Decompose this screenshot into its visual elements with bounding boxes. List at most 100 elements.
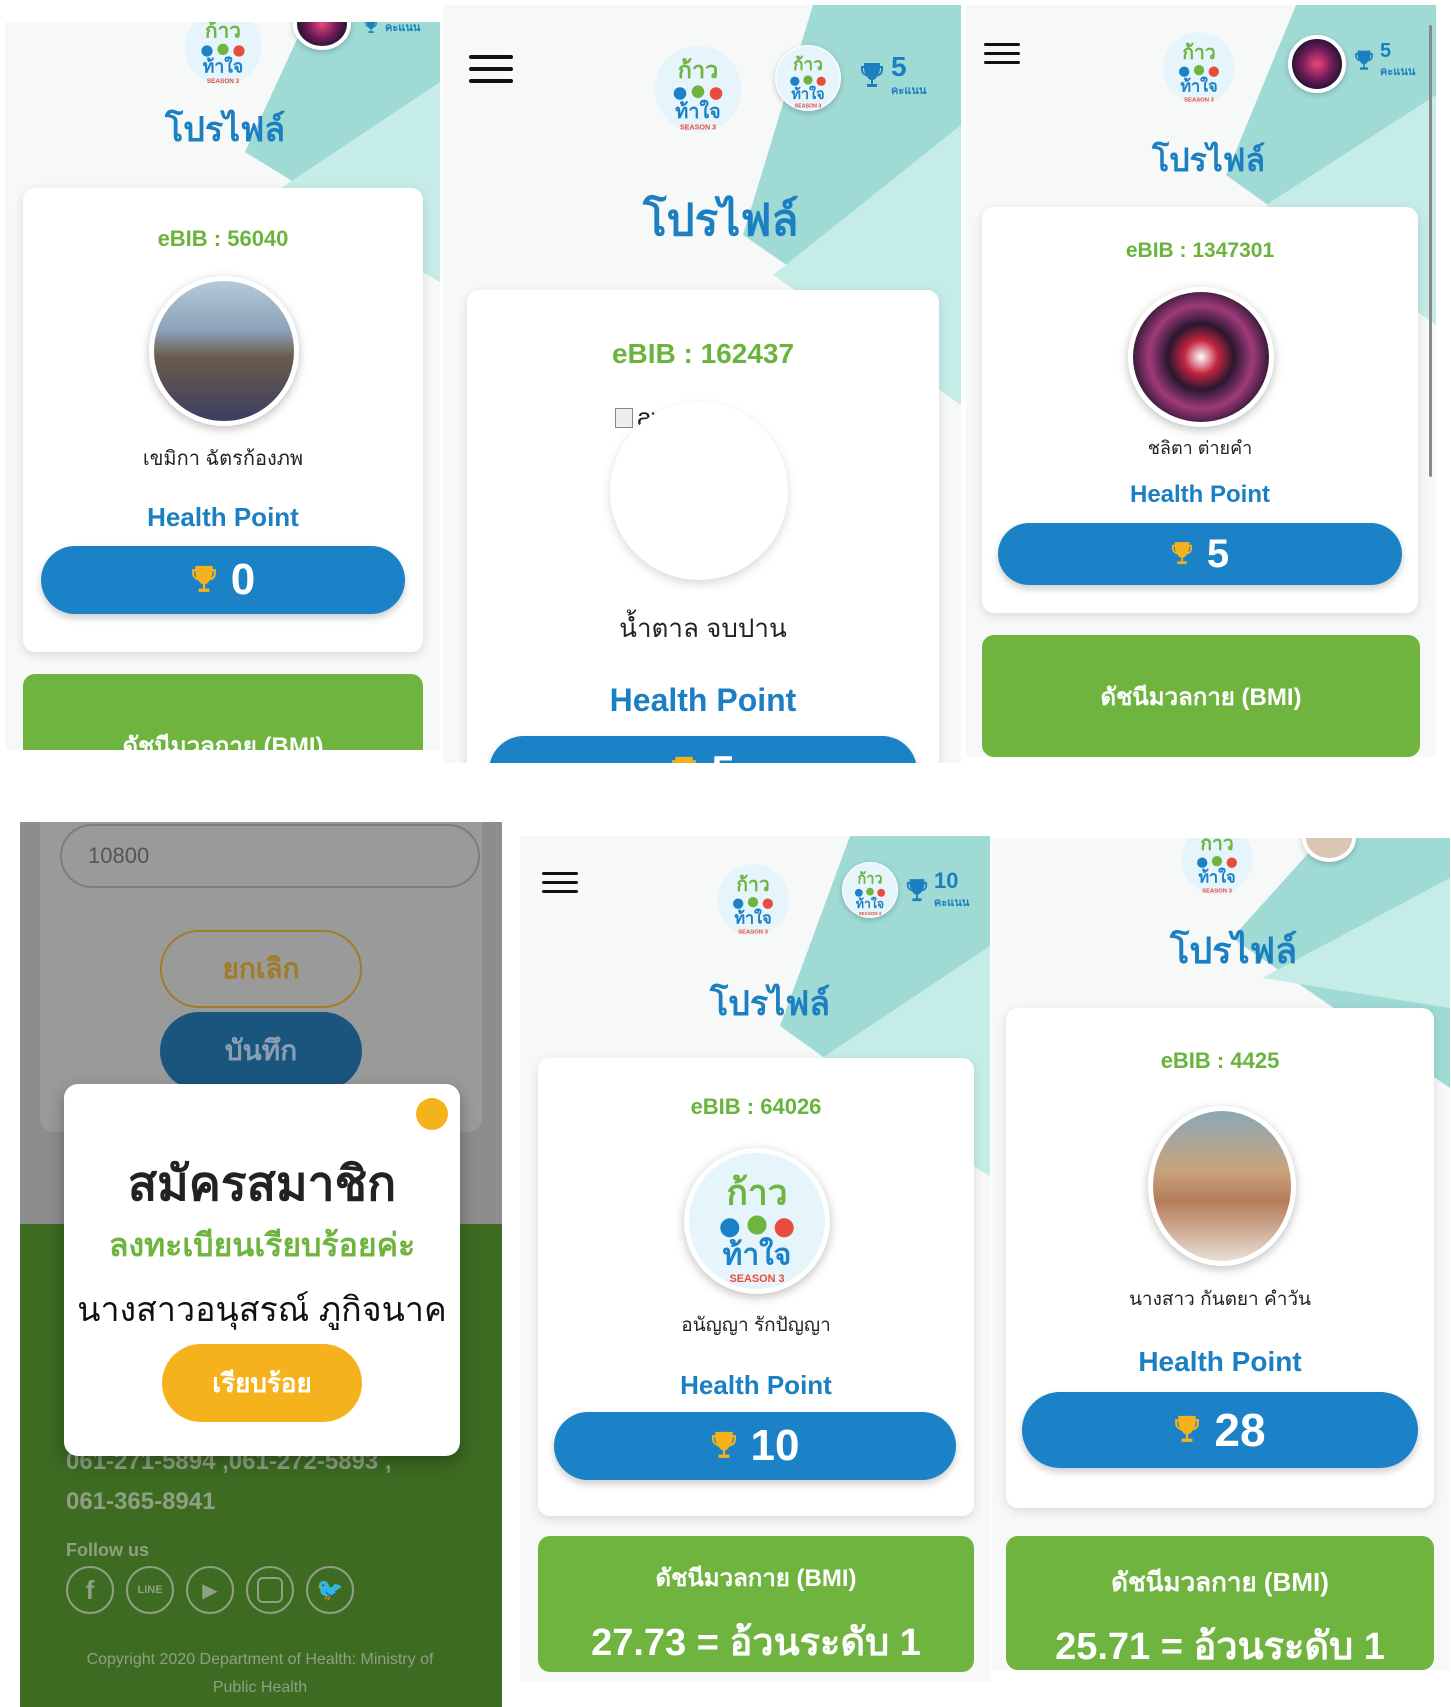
health-point-label: Health Point [609,682,797,718]
menu-icon[interactable] [984,43,1020,70]
health-point-value: 0 [230,555,256,604]
page-title: โปรไฟล์ [710,985,831,1023]
score-value: 5 [891,51,907,82]
health-point-value: 5 [1206,531,1230,576]
header-score[interactable]: 10 คะแนน [906,870,969,911]
profile-card: eBIB : 64026 อนัญญา รักปัญญา Health Poin… [538,1058,974,1516]
page-title: โปรไฟล์ [1152,142,1266,178]
header-score[interactable]: 5 คะแนน [1354,41,1415,80]
bmi-card[interactable]: ดัชนีมวลกาย (BMI) 25.71 = อ้วนระดับ 1 [1006,1536,1434,1670]
close-icon[interactable] [416,1098,448,1130]
health-point-pill: 0 [41,546,405,614]
profile-name: นางสาว กันตยา คำวัน [1128,1289,1312,1310]
header-score[interactable]: 5 คะแนน [859,53,926,99]
menu-icon[interactable] [542,872,578,899]
trophy-icon [363,22,379,35]
menu-icon[interactable] [469,55,513,91]
screenshot-panel-6: โปรไฟล์ eBIB : 4425 นางสาว กันตยา คำวัน … [992,838,1450,1670]
trophy-icon [1174,1413,1200,1447]
header-avatar[interactable] [1288,35,1346,93]
app-logo[interactable] [183,22,263,92]
health-point-value: 28 [1214,1404,1266,1456]
profile-name: เขมิกา ฉัตรก้องภพ [142,448,304,470]
bmi-label: ดัชนีมวลกาย (BMI) [1100,684,1302,711]
ok-button[interactable]: เรียบร้อย [162,1344,362,1422]
cancel-button[interactable]: ยกเลิก [160,930,362,1008]
score-unit: คะแนน [1380,66,1416,78]
line-icon[interactable]: LINE [126,1566,174,1614]
screenshot-panel-2: 5 คะแนน โปรไฟล์ eBIB : 162437 avatar น้ำต… [443,5,961,763]
profile-avatar[interactable] [1128,287,1274,427]
app-logo[interactable] [653,25,743,153]
save-button[interactable]: บันทึก [160,1012,362,1090]
copyright-text: Copyright 2020 Department of Health: Min… [86,1651,434,1696]
instagram-icon[interactable] [246,1566,294,1614]
bmi-card[interactable]: ดัชนีมวลกาย (BMI) 27.73 = อ้วนระดับ 1 [538,1536,974,1672]
bmi-card[interactable]: ดัชนีมวลกาย (BMI) [23,674,423,750]
score-unit: คะแนน [385,22,421,34]
header-avatar[interactable] [775,45,841,111]
score-value: 10 [934,868,959,893]
health-point-pill: 5 [998,523,1402,585]
ebib-label: eBIB : 56040 [157,226,289,251]
score-value: 5 [1380,40,1392,62]
screenshot-panel-5: 10 คะแนน โปรไฟล์ eBIB : 64026 อนัญญา รักป… [520,836,990,1682]
profile-avatar[interactable] [684,1148,830,1294]
profile-name: อนัญญา รักปัญญา [681,1315,831,1336]
profile-avatar[interactable] [1148,1106,1296,1266]
profile-avatar[interactable] [610,402,788,580]
profile-card: eBIB : 56040 เขมิกา ฉัตรก้องภพ Health Po… [23,188,423,652]
health-point-pill: 5 [489,736,917,763]
profile-name: ชลิตา ต่ายคำ [1147,438,1253,458]
app-logo[interactable] [716,848,790,952]
app-logo[interactable] [1180,838,1254,900]
registration-modal: สมัครสมาชิก ลงทะเบียนเรียบร้อยค่ะ นางสาว… [64,1084,460,1456]
page-title: โปรไฟล์ [165,111,286,149]
modal-subtitle: ลงทะเบียนเรียบร้อยค่ะ [108,1227,416,1263]
bmi-value: 25.71 = อ้วนระดับ 1 [1055,1626,1385,1668]
header-score[interactable]: คะแนน [363,22,420,36]
ebib-label: eBIB : 4425 [1160,1048,1280,1073]
follow-us-label: Follow us [66,1540,149,1560]
score-unit: คะแนน [891,85,927,97]
bmi-label: ดัชนีมวลกาย (BMI) [1111,1567,1329,1597]
bmi-label: ดัชนีมวลกาย (BMI) [122,733,324,750]
page-title: โปรไฟล์ [643,196,799,245]
facebook-icon[interactable]: f [66,1566,114,1614]
trophy-icon [1171,539,1193,569]
health-point-label: Health Point [680,1370,832,1400]
health-point-pill: 28 [1022,1392,1418,1468]
bmi-value: 27.73 = อ้วนระดับ 1 [591,1622,921,1664]
social-links: f LINE ▶ 🐦 [66,1566,354,1614]
modal-user-name: นางสาวอนุสรณ์ ภูกิจนาค [77,1291,447,1329]
ebib-label: eBIB : 162437 [611,338,795,369]
bmi-card[interactable]: ดัชนีมวลกาย (BMI) [982,635,1420,757]
modal-title: สมัครสมาชิก [127,1158,397,1211]
postcode-field[interactable]: 10800 [60,824,480,888]
bmi-label: ดัชนีมวลกาย (BMI) [655,1565,857,1592]
profile-avatar[interactable] [149,276,299,426]
page-title: โปรไฟล์ [1170,930,1298,971]
trophy-icon [711,1429,737,1463]
trophy-icon [906,877,928,905]
ebib-label: eBIB : 1347301 [1125,239,1275,262]
profile-card: eBIB : 162437 avatar น้ำตาล จบปาน Health… [467,290,939,763]
screenshot-panel-4: 10800 ยกเลิก บันทึก 061-271-5894 ,061-27… [20,822,502,1707]
trophy-icon [1354,49,1374,73]
ebib-label: eBIB : 64026 [690,1094,822,1119]
phone-line-2: 061-365-8941 [66,1488,216,1515]
score-unit: คะแนน [934,897,970,909]
health-point-value: 5 [711,747,734,763]
app-logo[interactable] [1162,23,1236,113]
screenshot-panel-3: 5 คะแนน โปรไฟล์ eBIB : 1347301 ชลิตา ต่าย… [966,5,1436,757]
scrollbar[interactable] [1429,25,1432,477]
health-point-label: Health Point [147,502,299,532]
trophy-icon [859,61,885,91]
twitter-icon[interactable]: 🐦 [306,1566,354,1614]
profile-card: eBIB : 1347301 ชลิตา ต่ายคำ Health Point… [982,207,1418,613]
header-avatar[interactable] [842,862,898,918]
trophy-icon [191,563,217,597]
profile-card: eBIB : 4425 นางสาว กันตยา คำวัน Health P… [1006,1008,1434,1508]
youtube-icon[interactable]: ▶ [186,1566,234,1614]
screenshot-panel-1: คะแนน โปรไฟล์ eBIB : 56040 เขมิกา ฉัตรก้… [5,22,440,750]
